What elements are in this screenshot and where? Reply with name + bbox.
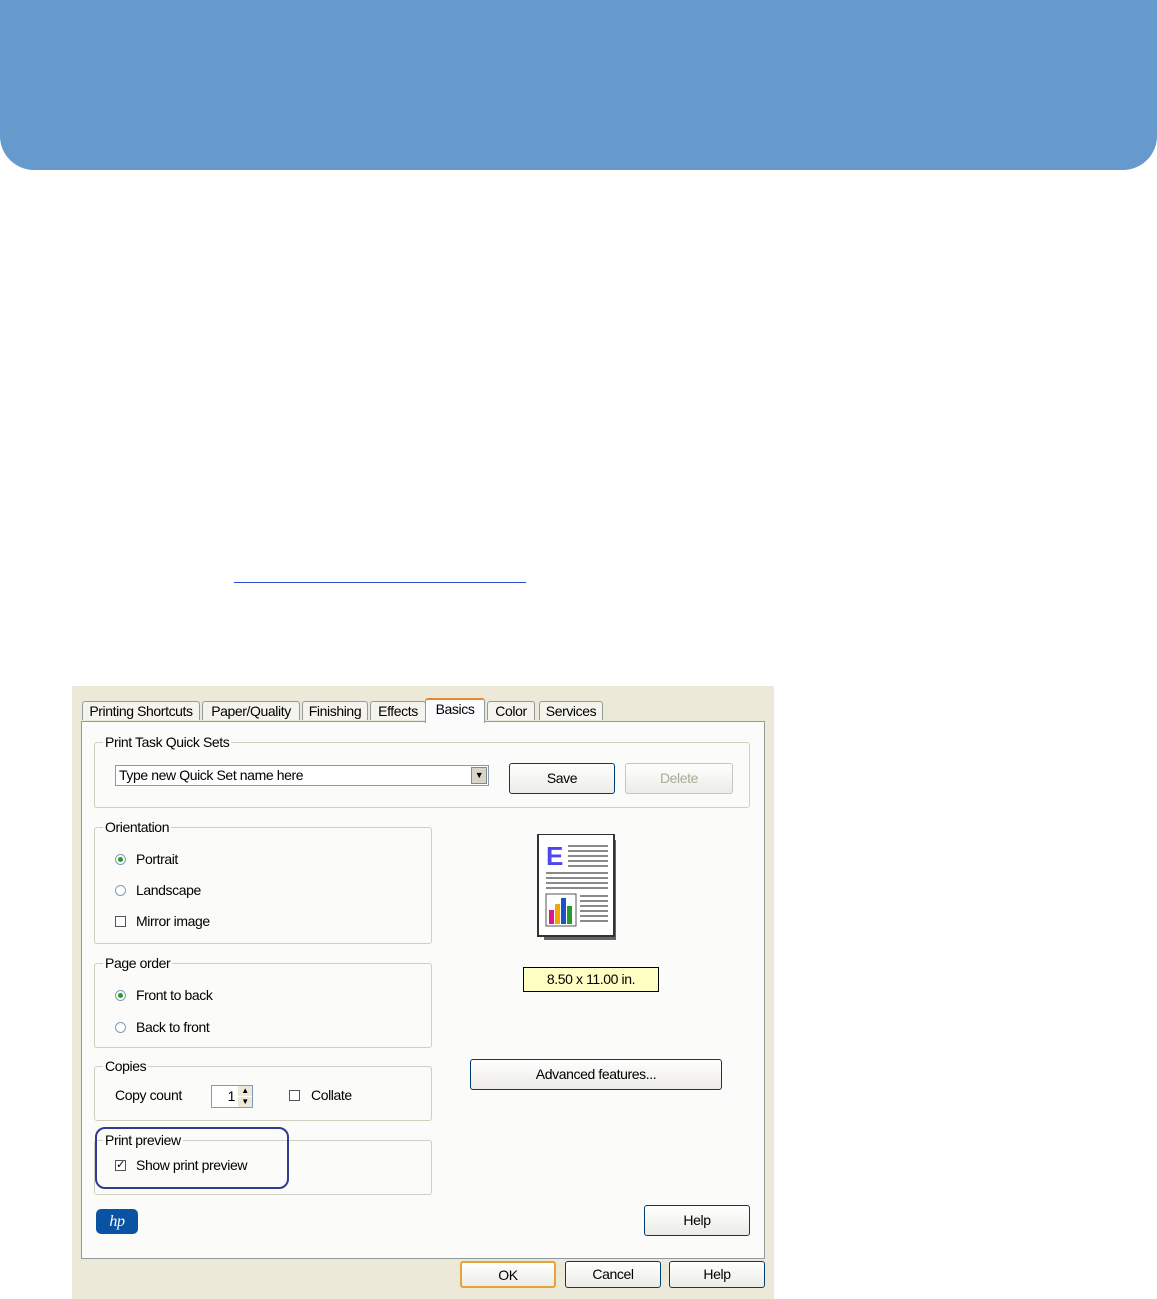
tab-paper-quality[interactable]: Paper/Quality [202,701,300,720]
tab-effects[interactable]: Effects [370,701,426,720]
copies-group: Copies Copy count 1 ▲ ▼ Collate [94,1057,432,1121]
tab-services[interactable]: Services [539,701,603,720]
quick-set-value: Type new Quick Set name here [119,767,304,783]
quick-sets-label: Print Task Quick Sets [103,733,232,751]
ok-button[interactable]: OK [460,1261,556,1288]
tab-finishing[interactable]: Finishing [302,701,368,720]
basics-panel: Print Task Quick Sets Type new Quick Set… [81,721,765,1259]
paper-size-label: 8.50 x 11.00 in. [523,967,659,992]
back-to-front-radio[interactable] [115,1022,126,1033]
page-preview-icon: E [536,833,619,944]
dropdown-arrow-icon[interactable]: ▼ [471,767,487,784]
quick-set-combo[interactable]: Type new Quick Set name here ▼ [115,765,489,786]
printer-properties-dialog: Printing Shortcuts Paper/Quality Finishi… [72,686,774,1299]
orientation-label: Orientation [103,818,172,836]
collate-checkbox[interactable] [289,1090,300,1101]
orientation-group: Orientation Portrait Landscape Mirror im… [94,818,432,944]
mirror-image-label: Mirror image [136,913,210,929]
portrait-label: Portrait [136,851,178,867]
quick-sets-group: Print Task Quick Sets Type new Quick Set… [94,733,750,808]
landscape-radio[interactable] [115,885,126,896]
advanced-features-button[interactable]: Advanced features... [470,1059,722,1090]
portrait-radio[interactable] [115,854,126,865]
mirror-image-checkbox[interactable] [115,916,126,927]
tab-color[interactable]: Color [487,701,535,720]
front-to-back-label: Front to back [136,987,213,1003]
back-to-front-label: Back to front [136,1019,210,1035]
hyperlink-underline[interactable] [234,566,526,583]
copy-count-value: 1 [227,1088,236,1104]
cancel-button[interactable]: Cancel [565,1261,661,1288]
callout-highlight [95,1127,289,1189]
tab-basics[interactable]: Basics [425,698,485,723]
copy-count-field[interactable]: 1 ▲ ▼ [211,1085,253,1108]
svg-text:E: E [546,841,563,871]
front-to-back-radio[interactable] [115,990,126,1001]
copies-label: Copies [103,1057,149,1075]
save-button[interactable]: Save [509,763,615,794]
header-banner [0,0,1157,170]
copy-count-label: Copy count [115,1087,182,1103]
spin-up-icon[interactable]: ▲ [238,1086,252,1096]
help-button[interactable]: Help [644,1205,750,1236]
hp-logo: hp [96,1209,138,1234]
tab-printing-shortcuts[interactable]: Printing Shortcuts [82,701,200,720]
spin-down-icon[interactable]: ▼ [238,1097,252,1107]
landscape-label: Landscape [136,882,201,898]
delete-button[interactable]: Delete [625,763,733,794]
collate-label: Collate [311,1087,352,1103]
footer-help-button[interactable]: Help [669,1261,765,1288]
page-order-group: Page order Front to back Back to front [94,954,432,1048]
page-order-label: Page order [103,954,173,972]
